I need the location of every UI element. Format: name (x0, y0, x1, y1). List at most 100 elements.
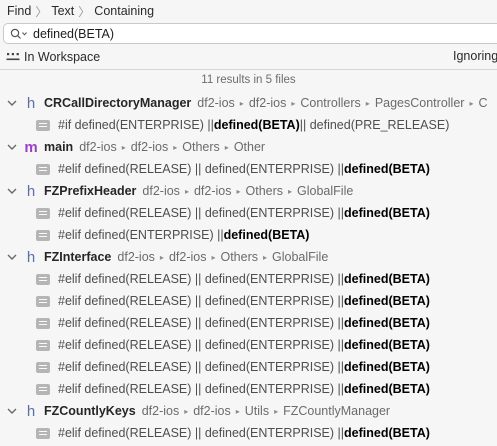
file-row[interactable]: m main df2-ios ▸ df2-ios ▸ Others ▸ Other (0, 136, 497, 158)
path-separator-icon: ▸ (291, 98, 296, 108)
match-row[interactable]: #elif defined(RELEASE) || defined(ENTERP… (0, 422, 497, 444)
file-path: df2-ios ▸ df2-ios ▸ Utils ▸ FZCountlyManage… (142, 404, 390, 418)
match-context: #if defined(ENTERPRISE) || (58, 118, 214, 132)
path-separator-icon: ▸ (184, 406, 189, 416)
match-row[interactable]: #elif defined(ENTERPRISE) || defined(BET… (0, 224, 497, 246)
match-highlight: defined(BETA) (344, 426, 430, 440)
path-separator-icon: ▸ (469, 98, 474, 108)
line-match-icon (36, 383, 50, 395)
path-segment: df2-ios (142, 184, 180, 198)
line-match-icon (36, 207, 50, 219)
path-segment: GlobalFile (272, 250, 329, 264)
path-segment: Other (233, 140, 266, 154)
breadcrumb-item-text[interactable]: Text (51, 4, 74, 18)
match-context: #elif defined(RELEASE) || defined(ENTERP… (58, 426, 345, 440)
chevron-down-icon[interactable] (6, 185, 18, 197)
file-path: df2-ios ▸ df2-ios ▸ Controllers ▸ PagesCont… (197, 96, 487, 110)
match-row[interactable]: #if defined(ENTERPRISE) || defined(BETA)… (0, 114, 497, 136)
path-separator-icon: ▸ (274, 406, 279, 416)
match-highlight: defined(BETA) (344, 316, 430, 330)
header-file-icon: h (26, 248, 36, 266)
line-match-icon (36, 273, 50, 285)
match-highlight: defined(BETA) (344, 360, 430, 374)
header-file-icon: h (26, 182, 36, 200)
breadcrumb-item-find[interactable]: Find (7, 4, 31, 18)
path-segment: Others (220, 250, 258, 264)
search-field[interactable] (3, 23, 497, 44)
path-segment: df2-ios (193, 404, 231, 418)
path-separator-icon: ▸ (235, 406, 240, 416)
line-match-icon (36, 295, 50, 307)
path-segment: df2-ios (79, 140, 117, 154)
path-segment: FZCountlyManager (283, 404, 391, 418)
match-row[interactable]: #elif defined(RELEASE) || defined(ENTERP… (0, 334, 497, 356)
scope-selector[interactable]: In Workspace (0, 50, 100, 64)
path-segment: df2-ios (117, 250, 155, 264)
path-segment: df2-ios (197, 96, 235, 110)
chevron-right-icon: 〉 (78, 4, 91, 19)
path-separator-icon: ▸ (184, 186, 189, 196)
match-highlight: defined(BETA) (344, 162, 430, 176)
path-separator-icon: ▸ (159, 252, 164, 262)
header-file-icon: h (26, 402, 36, 420)
path-segment: GlobalFile (297, 184, 354, 198)
path-separator-icon: ▸ (121, 142, 126, 152)
file-name: main (44, 140, 74, 154)
file-row[interactable]: h CRCallDirectoryManager df2-ios ▸ df2-io… (0, 92, 497, 114)
matching-style-selector[interactable]: Ignoring (453, 49, 497, 63)
match-context: || defined(PRE_RELEASE) (299, 118, 450, 132)
match-highlight: defined(BETA) (213, 118, 300, 132)
line-match-icon (36, 361, 50, 373)
objc-file-icon: m (24, 138, 38, 156)
file-name: CRCallDirectoryManager (44, 96, 192, 110)
match-row[interactable]: #elif defined(RELEASE) || defined(ENTERP… (0, 290, 497, 312)
line-match-icon (36, 119, 50, 131)
match-context: #elif defined(RELEASE) || defined(ENTERP… (58, 272, 345, 286)
chevron-down-icon[interactable] (6, 405, 18, 417)
match-context: #elif defined(RELEASE) || defined(ENTERP… (58, 360, 345, 374)
file-name: FZCountlyKeys (44, 404, 136, 418)
file-row[interactable]: h FZPrefixHeader df2-ios ▸ df2-ios ▸ Other… (0, 180, 497, 202)
path-separator-icon: ▸ (288, 186, 293, 196)
chevron-down-icon[interactable] (6, 97, 18, 109)
chevron-down-icon[interactable] (6, 251, 18, 263)
path-separator-icon: ▸ (224, 142, 229, 152)
chevron-down-icon[interactable] (6, 141, 18, 153)
match-row[interactable]: #elif defined(RELEASE) || defined(ENTERP… (0, 202, 497, 224)
chevron-right-icon: 〉 (35, 4, 48, 19)
file-row[interactable]: h FZCountlyKeys df2-ios ▸ df2-ios ▸ Utils ▸… (0, 400, 497, 422)
path-separator-icon: ▸ (211, 252, 216, 262)
path-segment: df2-ios (193, 184, 232, 198)
match-context: #elif defined(RELEASE) || defined(ENTERP… (58, 382, 345, 396)
path-segment: Others (182, 140, 220, 154)
path-segment: Utils (244, 404, 270, 418)
file-name: FZPrefixHeader (44, 184, 137, 198)
match-row[interactable]: #elif defined(RELEASE) || defined(ENTERP… (0, 158, 497, 180)
path-separator-icon: ▸ (239, 98, 244, 108)
path-separator-icon: ▸ (173, 142, 178, 152)
file-row[interactable]: h FZInterface df2-ios ▸ df2-ios ▸ Others ▸ … (0, 246, 497, 268)
header-file-icon: h (26, 94, 36, 112)
path-segment: df2-ios (130, 140, 169, 154)
match-highlight: defined(BETA) (344, 382, 430, 396)
path-segment: df2-ios (248, 96, 287, 110)
file-path: df2-ios ▸ df2-ios ▸ Others ▸ GlobalFile (117, 250, 328, 264)
line-match-icon (36, 163, 50, 175)
path-segment: PagesController (374, 96, 465, 110)
search-input[interactable] (28, 24, 453, 43)
scope-bar: In Workspace Ignoring (0, 47, 497, 67)
file-name: FZInterface (44, 250, 112, 264)
line-match-icon (36, 229, 50, 241)
path-separator-icon: ▸ (365, 98, 370, 108)
search-options-icon[interactable] (10, 27, 28, 41)
match-highlight: defined(BETA) (223, 228, 310, 242)
results-list[interactable]: h CRCallDirectoryManager df2-ios ▸ df2-io… (0, 92, 497, 446)
match-row[interactable]: #elif defined(RELEASE) || defined(ENTERP… (0, 356, 497, 378)
match-row[interactable]: #elif defined(RELEASE) || defined(ENTERP… (0, 378, 497, 400)
match-row[interactable]: #elif defined(RELEASE) || defined(ENTERP… (0, 268, 497, 290)
file-path: df2-ios ▸ df2-ios ▸ Others ▸ GlobalFile (142, 184, 353, 198)
match-highlight: defined(BETA) (344, 294, 430, 308)
results-summary: 11 results in 5 files (201, 74, 296, 86)
match-row[interactable]: #elif defined(RELEASE) || defined(ENTERP… (0, 312, 497, 334)
breadcrumb-item-containing[interactable]: Containing (94, 4, 154, 18)
